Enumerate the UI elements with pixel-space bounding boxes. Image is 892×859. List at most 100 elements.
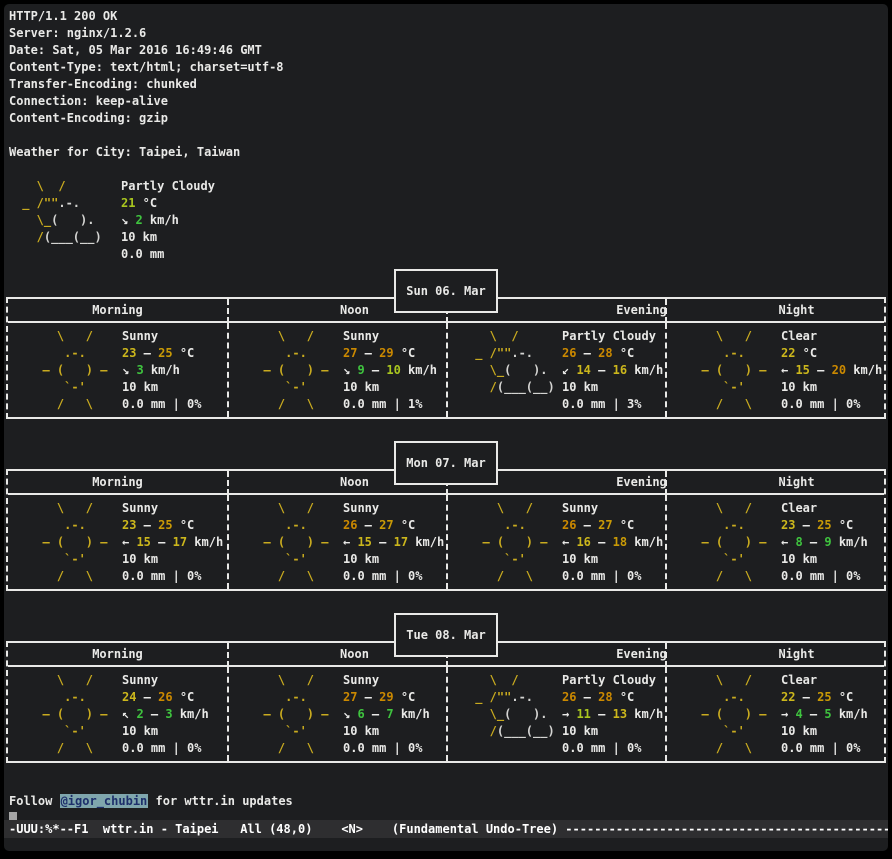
cell-precipitation-segment: 0.0 mm | 0% — [781, 397, 860, 411]
cell-wind-segment: ← — [122, 535, 136, 549]
current-wind-segment: 2 — [135, 213, 142, 227]
cell-temperature: 22 – 25 °C — [781, 689, 868, 706]
cell-temperature-segment: °C — [832, 518, 854, 532]
forecast-cell-text: Sunny23 – 25 °C↘ 3 km/h10 km0.0 mm | 0% — [114, 328, 201, 417]
cell-condition-segment: Clear — [781, 329, 817, 343]
cell-temperature-segment: – — [136, 690, 158, 704]
ascii-art-segment: .-. — [511, 346, 533, 360]
ascii-art-line: \ / — [468, 500, 554, 517]
forecast-cell-noon: \ / .-. – ( ) – `-' / \Sunny26 – 27 °C← … — [227, 495, 446, 589]
cell-wind-segment: km/h — [627, 707, 663, 721]
cell-temperature-segment: 28 — [598, 346, 612, 360]
ascii-art-line: \ / — [15, 178, 107, 195]
cell-wind-segment: km/h — [627, 363, 663, 377]
ascii-art-segment: / \ — [687, 397, 752, 411]
ascii-art-line: .-. — [687, 689, 773, 706]
ascii-art-line: /(___(__) — [15, 229, 107, 246]
terminal-window: HTTP/1.1 200 OK Server: nginx/1.2.6 Date… — [4, 4, 888, 851]
cell-wind-segment: 16 — [613, 363, 627, 377]
column-header-label: Noon — [340, 647, 369, 661]
cell-wind-segment: 6 — [357, 707, 364, 721]
ascii-art-line: `-' — [249, 551, 335, 568]
forecast-cell-text: Sunny27 – 29 °C↘ 9 – 10 km/h10 km0.0 mm … — [335, 328, 437, 417]
cell-visibility: 10 km — [343, 551, 444, 568]
cell-wind-segment: ← — [562, 535, 576, 549]
cell-visibility-segment: 10 km — [122, 380, 158, 394]
cell-precipitation-segment: 0.0 mm | 0% — [343, 569, 422, 583]
cell-temperature-segment: 29 — [379, 690, 393, 704]
cell-wind-segment: → — [781, 707, 795, 721]
ascii-art-line: .-. — [468, 517, 554, 534]
cell-temperature: 24 – 26 °C — [122, 689, 209, 706]
ascii-art-segment: `-' — [28, 380, 86, 394]
cell-wind-segment: 17 — [173, 535, 187, 549]
cell-temperature-segment: 27 — [343, 346, 357, 360]
cell-wind: ← 8 – 9 km/h — [781, 534, 868, 551]
twitter-handle-link[interactable]: @igor_chubin — [60, 794, 149, 808]
cell-temperature-segment: 24 — [122, 690, 136, 704]
cell-wind-segment: – — [372, 535, 394, 549]
cell-visibility: 10 km — [781, 379, 882, 396]
cell-wind-segment: ↘ — [343, 363, 357, 377]
current-temperature-segment: °C — [135, 196, 157, 210]
cell-temperature-segment: – — [357, 518, 379, 532]
cell-visibility: 10 km — [122, 723, 209, 740]
forecast-cell-evening: \ / _ /"".-. \_( ). /(___(__)Partly Clou… — [446, 667, 665, 761]
cell-wind-segment: 15 — [795, 363, 809, 377]
cell-wind-segment: km/h — [832, 707, 868, 721]
ascii-art-segment: / — [468, 380, 497, 394]
cell-temperature-segment: 26 — [158, 690, 172, 704]
cell-condition-segment: Partly Cloudy — [562, 329, 656, 343]
cell-temperature-segment: 26 — [562, 346, 576, 360]
column-header-label: Noon — [340, 475, 369, 489]
cell-wind-segment: 4 — [795, 707, 802, 721]
cell-wind-segment: ← — [781, 363, 795, 377]
cell-wind-segment: 3 — [136, 363, 143, 377]
cell-condition-segment: Sunny — [343, 501, 379, 515]
ascii-art-line: – ( ) – — [28, 534, 114, 551]
sunny-icon: \ / .-. – ( ) – `-' / \ — [229, 328, 335, 417]
column-header-label: Night — [778, 647, 814, 661]
cell-condition-segment: Clear — [781, 501, 817, 515]
current-conditions-text: Partly Cloudy 21 °C ↘ 2 km/h 10 km 0.0 m… — [121, 178, 215, 263]
ascii-art-segment: / \ — [468, 569, 533, 583]
cell-temperature-segment: 25 — [817, 690, 831, 704]
ascii-art-segment: _ /"" — [468, 690, 511, 704]
partly-cloudy-icon: \ / _ /"".-. \_( ). /(___(__) — [448, 328, 554, 417]
column-header-label: Morning — [92, 303, 143, 317]
forecast-cell-text: Sunny26 – 27 °C← 16 – 18 km/h10 km0.0 mm… — [554, 500, 663, 589]
ascii-art-line: \ / — [28, 672, 114, 689]
forecast-cell-text: Partly Cloudy26 – 28 °C↙ 14 – 16 km/h10 … — [554, 328, 663, 417]
ascii-art-segment: – ( ) – — [28, 535, 107, 549]
ascii-art-line: / \ — [687, 396, 773, 413]
cell-precipitation: 0.0 mm | 0% — [562, 740, 663, 757]
ascii-art-segment: _ /"" — [468, 346, 511, 360]
cell-precipitation-segment: 0.0 mm | 0% — [343, 741, 422, 755]
ascii-art-segment: – ( ) – — [249, 363, 328, 377]
ascii-art-line: .-. — [249, 517, 335, 534]
date-box: Tue 08. Mar — [394, 613, 498, 657]
sunny-icon: \ / .-. – ( ) – `-' / \ — [667, 500, 773, 589]
cell-visibility: 10 km — [781, 551, 868, 568]
ascii-art-segment: – ( ) – — [687, 707, 766, 721]
ascii-art-line: \ / — [249, 328, 335, 345]
cell-temperature-segment: – — [136, 346, 158, 360]
ascii-art-line: .-. — [687, 345, 773, 362]
ascii-art-line: / \ — [249, 740, 335, 757]
forecast-cell-text: Sunny26 – 27 °C← 15 – 17 km/h10 km0.0 mm… — [335, 500, 444, 589]
cell-wind-segment: km/h — [173, 707, 209, 721]
cell-precipitation-segment: 0.0 mm | 0% — [781, 741, 860, 755]
cell-precipitation-segment: 0.0 mm | 0% — [562, 741, 641, 755]
cell-visibility-segment: 10 km — [343, 724, 379, 738]
sunny-icon: \ / .-. – ( ) – `-' / \ — [229, 672, 335, 761]
ascii-art-segment: – ( ) – — [687, 363, 766, 377]
ascii-art-segment: \ / — [687, 501, 752, 515]
ascii-art-segment: / \ — [687, 569, 752, 583]
cell-wind-segment: 2 — [136, 707, 143, 721]
ascii-art-line: – ( ) – — [28, 362, 114, 379]
forecast-day-mon: Mon 07. MarMorningNoonEveningNight \ / .… — [6, 469, 886, 591]
ascii-art-line: \_( ). — [15, 212, 107, 229]
cell-wind-segment: km/h — [187, 535, 223, 549]
cell-temperature-segment: 26 — [562, 518, 576, 532]
ascii-art-segment: \ / — [15, 179, 66, 193]
